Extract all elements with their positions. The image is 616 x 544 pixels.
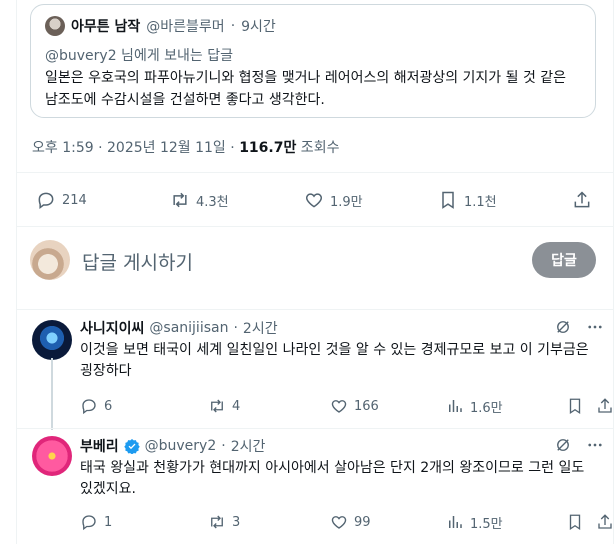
tweet-time[interactable]: 오후 1:59 (32, 140, 94, 156)
retweet-count: 4.3천 (196, 194, 229, 210)
reply-icon (82, 399, 96, 415)
quoted-author-avatar[interactable] (45, 16, 65, 36)
divider (16, 428, 614, 429)
views-count: 1.6만 (470, 400, 503, 416)
retweet-icon (211, 399, 223, 413)
reply-tools (554, 318, 604, 336)
reply-header: 부베리 @buvery2 · 2시간 (80, 436, 265, 456)
reply-author-avatar[interactable] (32, 320, 72, 360)
quoted-reply-context: @buvery2 님에게 보내는 답글 (45, 45, 233, 65)
tweet-action-bar: 214 4.3천 1.9만 1.1천 (36, 188, 596, 212)
user-avatar[interactable] (30, 240, 70, 280)
more-icon[interactable] (586, 436, 604, 454)
bookmark-button[interactable]: 1.1천 (438, 188, 497, 212)
retweet-button[interactable]: 3 (208, 512, 240, 532)
reply-author-avatar[interactable] (32, 436, 72, 476)
reply-composer: 답글 게시하기 답글 (30, 238, 600, 284)
quoted-tweet-card[interactable]: 아무튼 남작 @바른블루머 · 9시간 @buvery2 님에게 보내는 답글 … (30, 4, 596, 118)
retweet-button[interactable]: 4 (208, 396, 240, 416)
reply-action-bar: 6 4 166 1.6만 (80, 396, 612, 416)
share-icon[interactable] (596, 513, 614, 531)
meta-separator: · (225, 140, 240, 156)
reply-count: 214 (62, 192, 87, 208)
quoted-author-name[interactable]: 아무튼 남작 (71, 16, 140, 36)
reply-text: 이것을 보면 태국이 세계 일친일인 나라인 것을 알 수 있는 경제규모로 보… (80, 342, 589, 379)
heart-icon (331, 516, 347, 529)
reply-tweet[interactable]: 부베리 @buvery2 · 2시간 태국 왕실과 천황가가 현대까지 아시아에… (16, 436, 614, 540)
reply-count: 1 (104, 514, 113, 530)
reply-icon (38, 192, 54, 209)
retweet-icon (211, 515, 223, 529)
thread-connector (51, 358, 53, 430)
reply-author-name[interactable]: 사니지이씨 (80, 318, 144, 338)
reply-action-bar: 1 3 99 1.5만 (80, 512, 612, 532)
like-count: 166 (354, 398, 379, 414)
reply-submit-button[interactable]: 답글 (532, 242, 596, 278)
divider (16, 226, 614, 227)
meta-separator: · (93, 140, 108, 156)
reply-button[interactable]: 6 (80, 396, 112, 416)
views-label: 조회수 (296, 140, 340, 156)
bookmark-count: 1.1천 (464, 194, 497, 210)
like-button[interactable]: 166 (330, 396, 379, 416)
reply-author-handle[interactable]: @buvery2 (145, 438, 217, 454)
like-count: 99 (354, 514, 371, 530)
reply-button[interactable]: 214 (36, 188, 87, 212)
quoted-author-handle[interactable]: @바른블루머 (146, 16, 224, 36)
reply-tweet[interactable]: 사니지이씨 @sanijiisan · 2시간 이것을 보면 태국이 세계 일친… (16, 318, 614, 418)
reply-button[interactable]: 1 (80, 512, 112, 532)
tweet-meta: 오후 1:59 · 2025년 12월 11일 · 116.7만 조회수 (32, 137, 339, 157)
verified-badge-icon (123, 439, 140, 454)
views-button[interactable]: 1.5만 (446, 512, 503, 532)
heart-icon (331, 400, 347, 413)
grok-icon[interactable] (554, 436, 572, 454)
dot-separator: · (230, 18, 236, 34)
reply-time[interactable]: 2시간 (231, 436, 266, 456)
share-button[interactable] (572, 188, 592, 212)
retweet-icon (173, 192, 187, 208)
like-button[interactable]: 99 (330, 512, 371, 532)
more-icon[interactable] (586, 318, 604, 336)
heart-icon (305, 193, 323, 208)
reply-time[interactable]: 2시간 (243, 318, 278, 338)
share-icon (574, 191, 590, 208)
retweet-count: 3 (232, 514, 241, 530)
reply-author-handle[interactable]: @sanijiisan (149, 320, 228, 336)
reply-input[interactable]: 답글 게시하기 (82, 248, 193, 275)
reply-count: 6 (104, 398, 113, 414)
retweet-button[interactable]: 4.3천 (170, 188, 229, 212)
like-button[interactable]: 1.9만 (304, 188, 363, 212)
bookmark-icon (442, 191, 454, 209)
bookmark-icon[interactable] (566, 397, 584, 415)
tweet-date[interactable]: 2025년 12월 11일 (107, 140, 226, 156)
views-button[interactable]: 1.6만 (446, 396, 503, 416)
reply-tools (554, 436, 604, 454)
views-count: 1.5만 (470, 516, 503, 532)
divider (16, 172, 614, 173)
like-count: 1.9만 (330, 194, 363, 210)
divider (16, 309, 614, 310)
quoted-tweet-header: 아무튼 남작 @바른블루머 · 9시간 (45, 15, 276, 37)
analytics-icon (449, 516, 462, 528)
bookmark-icon[interactable] (566, 513, 584, 531)
dot-separator: · (233, 320, 238, 336)
grok-icon[interactable] (554, 318, 572, 336)
reply-to-suffix: 님에게 보내는 답글 (116, 48, 233, 64)
reply-icon (82, 515, 96, 531)
share-icon[interactable] (596, 397, 614, 415)
analytics-icon (449, 400, 462, 412)
reply-author-name[interactable]: 부베리 (80, 436, 119, 456)
reply-text: 태국 왕실과 천황가가 현대까지 아시아에서 살아남은 단지 2개의 왕조이므로… (80, 460, 585, 497)
quoted-tweet-text: 일본은 우호국의 파푸아뉴기니와 협정을 맺거나 레어어스의 해저광상의 기지가… (45, 70, 567, 108)
retweet-count: 4 (232, 398, 241, 414)
reply-header: 사니지이씨 @sanijiisan · 2시간 (80, 318, 278, 338)
views-count: 116.7만 (239, 140, 297, 156)
quoted-tweet-time[interactable]: 9시간 (241, 16, 276, 36)
reply-to-handle[interactable]: @buvery2 (45, 48, 117, 64)
dot-separator: · (221, 438, 226, 454)
